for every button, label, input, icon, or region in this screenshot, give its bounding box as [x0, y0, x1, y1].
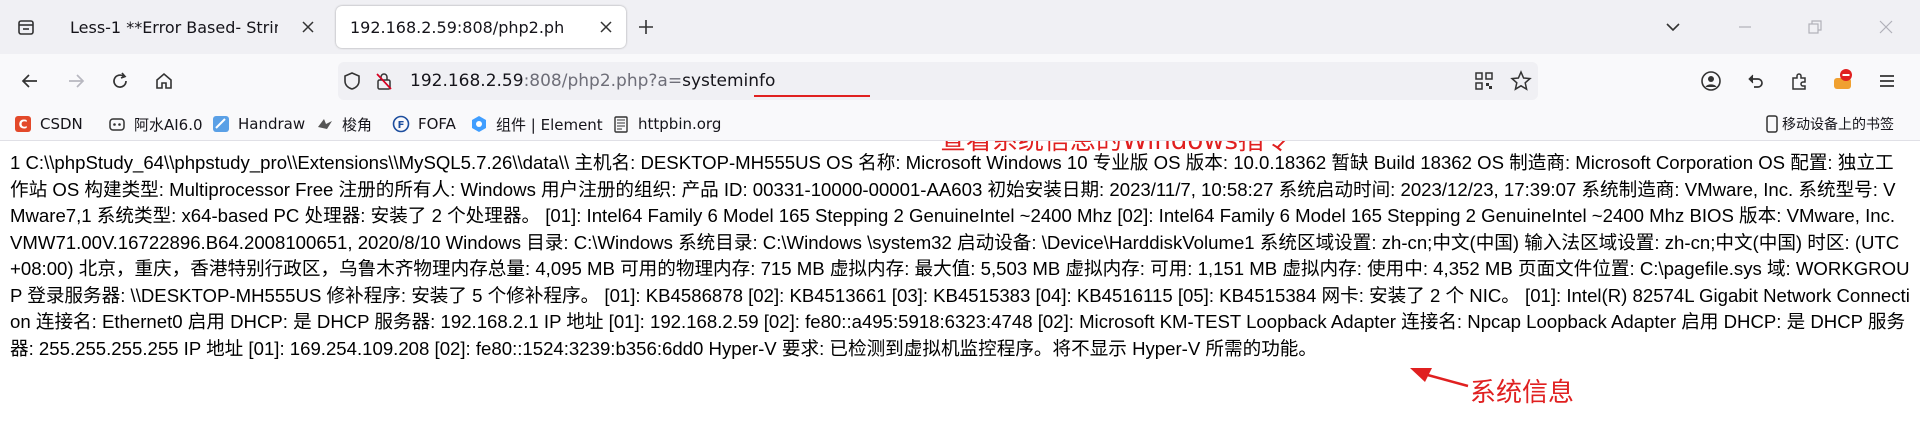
window-close-icon[interactable]: [1872, 13, 1900, 41]
httpbin-icon: [612, 115, 630, 133]
extensions-puzzle-icon[interactable]: [1785, 67, 1813, 95]
url-text[interactable]: 192.168.2.59:808/php2.php?a=systeminfo: [410, 71, 775, 91]
mobile-bookmarks-folder[interactable]: 移动设备上的书签: [1766, 113, 1894, 135]
insecure-lock-icon[interactable]: [374, 71, 394, 95]
bookmark-label: Handraw: [238, 115, 306, 133]
url-path: :808/php2.php?a=: [523, 71, 683, 91]
bird-icon: [316, 115, 334, 133]
bookmark-csdn[interactable]: C CSDN: [14, 113, 83, 135]
back-arrow-icon[interactable]: [16, 67, 44, 95]
bookmark-star-icon[interactable]: [1510, 70, 1532, 96]
bookmark-element[interactable]: 组件 | Element: [470, 113, 603, 135]
red-arrow-annotation: [1410, 368, 1469, 388]
bookmark-label: 阿水AI6.0: [134, 115, 203, 134]
bookmark-lengjiao[interactable]: 梭角: [316, 113, 372, 135]
restore-icon[interactable]: [1801, 13, 1829, 41]
tab-active[interactable]: 192.168.2.59:808/php2.php?a=systeminfo: [336, 6, 626, 48]
bookmark-label: httpbin.org: [638, 115, 722, 133]
chevron-down-icon[interactable]: [1659, 13, 1687, 41]
element-icon: [470, 115, 488, 133]
handraw-icon: [212, 115, 230, 133]
url-query-value: systeminfo: [682, 71, 776, 91]
undo-icon[interactable]: [1741, 67, 1769, 95]
url-underline-annotation: [754, 95, 870, 97]
forward-arrow-icon[interactable]: [62, 67, 90, 95]
bookmark-label: CSDN: [40, 115, 83, 133]
bookmark-handraw[interactable]: Handraw: [212, 113, 305, 135]
address-bar[interactable]: 192.168.2.59:808/php2.php?a=systeminfo: [338, 62, 1538, 100]
output-annotation: 系统信息: [1470, 378, 1575, 408]
close-icon[interactable]: [596, 17, 616, 37]
minimize-icon[interactable]: [1731, 13, 1759, 41]
new-tab-plus-icon[interactable]: [632, 13, 660, 41]
bookmark-label: 梭角: [342, 115, 373, 134]
csdn-icon: C: [14, 115, 32, 133]
bookmark-fofa[interactable]: F FOFA: [392, 113, 456, 135]
bookmark-label: 组件 | Element: [496, 115, 603, 134]
bookmark-label: FOFA: [418, 115, 456, 133]
tab-list-icon[interactable]: [12, 13, 40, 41]
robot-icon: [108, 115, 126, 133]
bookmarks-toolbar: C CSDN 阿水AI6.0 Handraw 梭角 F FOFA 组件 | El…: [0, 108, 1920, 141]
svg-text:C: C: [19, 118, 28, 132]
fofa-icon: F: [392, 115, 410, 133]
extension-badge-icon[interactable]: [1829, 67, 1857, 95]
tab-label: 192.168.2.59:808/php2.php?a=systeminfo: [350, 17, 565, 37]
shield-icon[interactable]: [342, 71, 362, 95]
mobile-bookmarks-label: 移动设备上的书签: [1782, 117, 1894, 133]
bookmark-httpbin[interactable]: httpbin.org: [612, 113, 721, 135]
account-icon[interactable]: [1697, 67, 1725, 95]
systeminfo-output: 1 C:\\phpStudy_64\\phpstudy_pro\\Extensi…: [10, 152, 1910, 359]
tab-strip: Less-1 **Error Based- String** 192.168.2…: [0, 0, 1920, 54]
navigation-toolbar: 192.168.2.59:808/php2.php?a=systeminfo 查…: [0, 54, 1920, 156]
reload-icon[interactable]: [106, 67, 134, 95]
tab-inactive[interactable]: Less-1 **Error Based- String**: [60, 6, 328, 48]
svg-text:F: F: [398, 120, 405, 131]
tab-label: Less-1 **Error Based- String**: [70, 17, 278, 37]
close-icon[interactable]: [298, 17, 318, 37]
mobile-device-icon: [1766, 115, 1778, 133]
home-icon[interactable]: [150, 67, 178, 95]
url-host: 192.168.2.59: [410, 71, 524, 91]
bookmark-ashui-ai[interactable]: 阿水AI6.0: [108, 113, 203, 135]
hamburger-menu-icon[interactable]: [1873, 67, 1901, 95]
qr-code-icon[interactable]: [1474, 71, 1494, 95]
